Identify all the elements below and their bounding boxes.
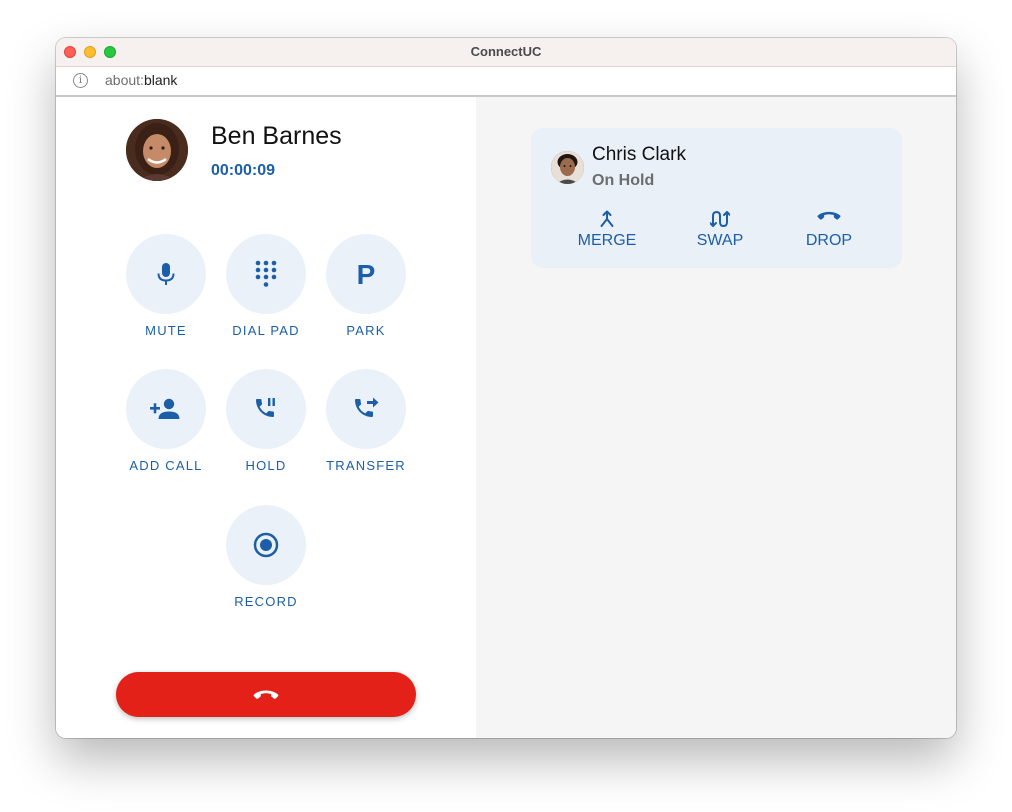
swap-icon [710, 211, 730, 227]
avatar [551, 151, 584, 184]
add-call-button[interactable] [126, 369, 206, 449]
dial-pad-button[interactable] [226, 234, 306, 314]
url-path: blank [143, 72, 178, 88]
window-title: ConnectUC [470, 44, 542, 59]
active-call-panel: Ben Barnes 00:00:09 MUTE DIAL PAD P PARK… [56, 97, 476, 738]
title-bar: ConnectUC [56, 38, 956, 67]
swap-button[interactable]: SWAP [675, 208, 765, 256]
swap-label: SWAP [696, 232, 744, 249]
app-content: Ben Barnes 00:00:09 MUTE DIAL PAD P PARK… [56, 97, 956, 738]
mute-button[interactable] [126, 234, 206, 314]
record-icon [253, 532, 279, 558]
hold-button[interactable] [226, 369, 306, 449]
dialpad-icon [255, 260, 277, 287]
merge-button[interactable]: MERGE [562, 208, 652, 256]
app-window: ConnectUC i about:blank Ben Barnes 00:00… [56, 38, 956, 738]
call-timer: 00:00:09 [211, 162, 276, 179]
phone-pause-icon [256, 398, 275, 417]
drop-button[interactable]: DROP [784, 208, 874, 256]
held-status: On Hold [592, 172, 655, 189]
held-contact-name: Chris Clark [592, 144, 686, 165]
svg-text:P: P [357, 259, 376, 289]
park-button[interactable]: P [326, 234, 406, 314]
drop-call-icon [817, 211, 841, 220]
contact-name: Ben Barnes [211, 122, 342, 150]
avatar [126, 119, 188, 181]
park-icon: P [357, 259, 376, 289]
held-calls-panel: Chris Clark On Hold MERGE SWAP DROP [476, 97, 956, 738]
held-call-card: Chris Clark On Hold MERGE SWAP DROP [531, 128, 902, 268]
url-scheme: about: [105, 72, 144, 88]
drop-label: DROP [805, 232, 853, 249]
record-button[interactable] [226, 505, 306, 585]
record-label: RECORD [234, 594, 298, 609]
hang-up-button[interactable] [116, 672, 416, 717]
transfer-label: TRANSFER [326, 458, 406, 473]
info-icon[interactable]: i [73, 73, 88, 88]
add-person-icon [150, 398, 180, 419]
merge-icon [600, 210, 614, 227]
address-url[interactable]: about:blank [105, 72, 177, 88]
microphone-icon [157, 263, 175, 285]
phone-forward-icon [355, 397, 379, 417]
park-label: PARK [346, 323, 386, 338]
merge-label: MERGE [577, 232, 637, 249]
hang-up-icon [253, 690, 279, 699]
transfer-button[interactable] [326, 369, 406, 449]
address-bar[interactable]: i about:blank [56, 67, 956, 97]
